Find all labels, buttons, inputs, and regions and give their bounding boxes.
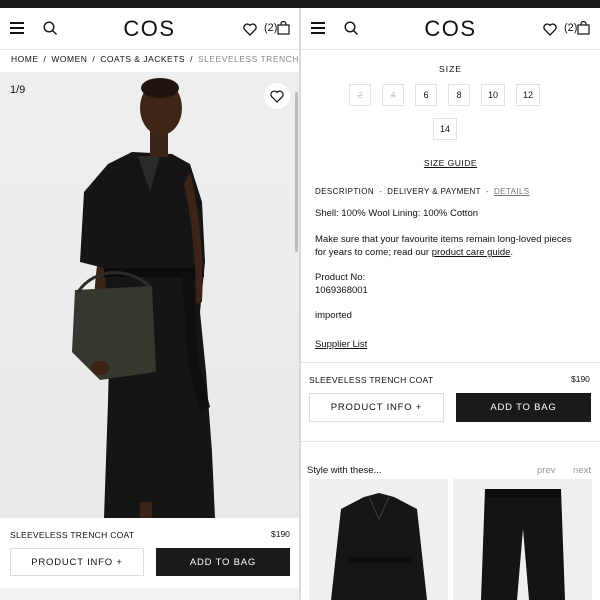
care-text: Make sure that your favourite items rema… [315, 233, 585, 259]
heart-icon [270, 90, 284, 103]
product-name: SLEEVELESS TRENCH COAT [309, 375, 434, 385]
breadcrumb-home[interactable]: HOME [11, 54, 39, 64]
bag-count[interactable]: (2) [564, 22, 577, 34]
section-divider [301, 362, 600, 363]
style-with-title: Style with these... [307, 465, 382, 476]
size-guide-link[interactable]: SIZE GUIDE [301, 158, 600, 168]
carousel-next[interactable]: next [573, 465, 591, 476]
image-counter: 1/9 [10, 84, 26, 96]
origin-text: imported [315, 310, 352, 321]
bag-icon[interactable] [577, 21, 590, 35]
size-option-12[interactable]: 12 [516, 84, 540, 106]
tab-description[interactable]: DESCRIPTION [315, 187, 374, 196]
product-price: $190 [271, 529, 290, 539]
size-guide-label[interactable]: SIZE GUIDE [424, 158, 477, 168]
size-option-14[interactable]: 14 [433, 118, 457, 140]
product-name: SLEEVELESS TRENCH COAT [10, 530, 135, 540]
product-care-guide-link[interactable]: product care guide [432, 247, 511, 258]
size-option-2: 2 [349, 84, 371, 106]
breadcrumb: HOME / WOMEN / COATS & JACKETS / SLEEVELESS TR… [11, 54, 299, 64]
product-page-right: COS (2) SIZE 2 4 6 8 10 12 14 SIZE GUIDE… [301, 8, 600, 600]
site-header: COS (2) [0, 8, 299, 50]
size-option-8[interactable]: 8 [448, 84, 470, 106]
carousel-prev[interactable]: prev [537, 465, 555, 476]
tab-details[interactable]: DETAILS [494, 187, 530, 196]
add-to-bag-button[interactable]: ADD TO BAG [156, 548, 290, 576]
product-page-left: COS (2) HOME / WOMEN / COATS & JACKETS / SLEEV… [0, 8, 299, 600]
product-info-button[interactable]: PRODUCT INFO + [309, 393, 444, 422]
scrollbar[interactable] [295, 92, 298, 252]
product-image[interactable]: 1/9 [0, 72, 299, 518]
product-price: $190 [571, 374, 590, 384]
tab-delivery-payment[interactable]: DELIVERY & PAYMENT [387, 187, 481, 196]
section-divider [301, 441, 600, 442]
product-no-label: Product No: [315, 272, 366, 283]
bottom-banner [0, 588, 299, 600]
status-bar [0, 0, 600, 8]
bag-count[interactable]: (2) [264, 22, 277, 34]
breadcrumb-coats-jackets[interactable]: COATS & JACKETS [100, 54, 185, 64]
breadcrumb-current: SLEEVELESS TRENCH CO [197, 54, 299, 64]
supplier-list-link[interactable]: Supplier List [315, 338, 585, 351]
wishlist-button[interactable] [264, 83, 290, 109]
composition-text: Shell: 100% Wool Lining: 100% Cotton [315, 208, 479, 219]
style-item-jacket[interactable] [309, 479, 448, 600]
product-info-button[interactable]: PRODUCT INFO + [10, 548, 144, 576]
size-title: SIZE [439, 64, 462, 74]
add-to-bag-button[interactable]: ADD TO BAG [456, 393, 591, 422]
heart-icon[interactable] [243, 23, 257, 36]
size-option-6[interactable]: 6 [415, 84, 437, 106]
trousers-image [481, 489, 565, 600]
care-text-end: . [510, 247, 514, 258]
site-header: COS (2) [301, 8, 600, 50]
size-option-10[interactable]: 10 [481, 84, 505, 106]
info-tabs: DESCRIPTION - DELIVERY & PAYMENT - DETAILS [315, 187, 530, 196]
product-number: 1069368001 [315, 285, 368, 296]
model-photo [72, 78, 215, 518]
breadcrumb-women[interactable]: WOMEN [51, 54, 87, 64]
heart-icon[interactable] [543, 23, 557, 36]
size-option-4: 4 [382, 84, 404, 106]
bag-icon[interactable] [277, 21, 290, 35]
style-item-trousers[interactable] [453, 479, 592, 600]
supplier-list-label[interactable]: Supplier List [315, 339, 367, 350]
jacket-image [331, 493, 427, 600]
